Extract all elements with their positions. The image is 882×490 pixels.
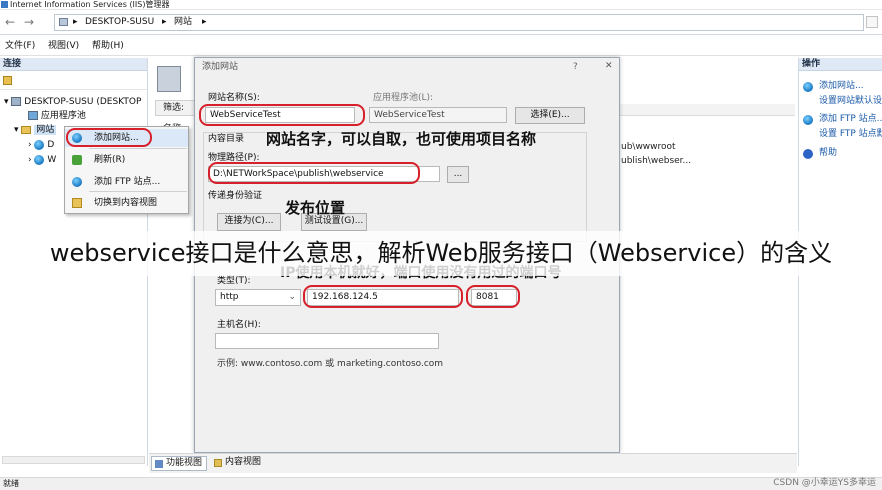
example-text: 示例: www.contoso.com 或 marketing.contoso.… xyxy=(217,359,444,369)
column-header-bar xyxy=(619,104,795,116)
menu-help[interactable]: 帮助(H) xyxy=(92,40,124,52)
site-1-path: ub\wwwroot xyxy=(621,142,676,152)
pass-auth-label: 传递身份验证 xyxy=(208,191,263,201)
menu-view[interactable]: 视图(V) xyxy=(48,40,79,52)
host-name-label: 主机名(H): xyxy=(217,320,261,330)
annotation-publish-location: 发布位置 xyxy=(285,199,346,217)
close-button[interactable]: ✕ xyxy=(605,61,613,72)
window-title: Internet Information Services (IIS)管理器 xyxy=(10,0,170,9)
tab-features-view[interactable]: 功能视图 xyxy=(151,456,207,471)
filter-label: 筛选: xyxy=(163,103,185,113)
type-select[interactable]: http ⌄ xyxy=(215,289,301,306)
browse-button[interactable]: ... xyxy=(447,166,469,183)
status-text: 就绪 xyxy=(3,479,19,488)
actions-header: 操作 xyxy=(799,58,882,71)
type-label: 类型(T): xyxy=(217,276,251,286)
menu-file[interactable]: 文件(F) xyxy=(5,40,35,52)
tree-app-pools[interactable]: 应用程序池 xyxy=(28,110,86,122)
globe-icon xyxy=(34,139,45,150)
menu-switch-content-view[interactable]: 切换到内容视图 xyxy=(65,194,188,212)
site-2-path: ublish\webser... xyxy=(621,156,692,166)
caption-text: webservice接口是什么意思，解析Web服务接口（Webservice）的… xyxy=(49,239,833,267)
breadcrumb[interactable]: ▸ DESKTOP-SUSU ▸ 网站 ▸ xyxy=(54,14,864,31)
status-bar: 就绪 CSDN @小幸运YS多幸运 xyxy=(0,477,882,490)
action-set-site-defaults[interactable]: 设置网站默认设 xyxy=(819,96,882,107)
forward-arrow-icon[interactable]: → xyxy=(22,15,36,29)
ftp-globe-icon xyxy=(803,115,813,125)
help-icon xyxy=(803,149,813,159)
start-page-icon[interactable] xyxy=(3,76,12,85)
globe-icon xyxy=(34,154,45,165)
connect-as-button[interactable]: 连接为(C)... xyxy=(217,213,281,231)
help-button[interactable]: ? xyxy=(573,62,578,73)
breadcrumb-sites[interactable]: 网站 xyxy=(174,15,192,30)
features-view-icon xyxy=(155,460,163,468)
tree-server[interactable]: ▾ DESKTOP-SUSU (DESKTOP xyxy=(4,96,141,108)
content-view-icon xyxy=(214,459,222,467)
sites-page-icon xyxy=(157,66,181,92)
app-pool-icon xyxy=(28,111,38,120)
back-arrow-icon[interactable]: ← xyxy=(3,15,17,29)
menu-add-ftp-site[interactable]: 添加 FTP 站点... xyxy=(65,173,188,191)
ftp-globe-icon xyxy=(72,177,82,187)
annotation-circle-add-website xyxy=(66,128,152,147)
action-add-website[interactable]: 添加网站... xyxy=(819,81,864,92)
action-set-ftp-defaults[interactable]: 设置 FTP 站点默 xyxy=(819,129,882,140)
tree-site-1[interactable]: › D xyxy=(28,139,54,151)
tree-site-2[interactable]: › W xyxy=(28,154,56,166)
tab-content-view[interactable]: 内容视图 xyxy=(211,456,271,471)
menu-refresh[interactable]: 刷新(R) xyxy=(65,151,188,169)
content-view-icon xyxy=(72,198,82,208)
host-name-input[interactable] xyxy=(215,333,439,349)
breadcrumb-server[interactable]: DESKTOP-SUSU xyxy=(85,15,154,30)
horizontal-scrollbar[interactable] xyxy=(2,456,145,464)
menu-separator xyxy=(89,148,187,149)
sites-folder-icon xyxy=(21,125,32,134)
annotation-circle-physical-path xyxy=(208,162,420,184)
connections-toolbar xyxy=(0,72,147,90)
watermark: CSDN @小幸运YS多幸运 xyxy=(773,478,876,488)
dialog-title: 添加网站 xyxy=(202,62,239,72)
app-pool-field: WebServiceTest xyxy=(369,107,507,123)
annotation-circle-ip xyxy=(303,285,463,308)
chevron-down-icon: ⌄ xyxy=(288,292,296,302)
app-pool-label: 应用程序池(L): xyxy=(373,93,434,103)
select-app-pool-button[interactable]: 选择(E)... xyxy=(515,107,585,124)
server-icon xyxy=(11,97,22,106)
address-bar: ← → ▸ DESKTOP-SUSU ▸ 网站 ▸ xyxy=(0,10,882,35)
computer-icon xyxy=(59,18,68,26)
refresh-icon xyxy=(72,155,82,165)
content-dir-label: 内容目录 xyxy=(208,134,245,144)
annotation-site-name: 网站名字，可以自取，也可使用项目名称 xyxy=(266,130,537,148)
menu-bar: 文件(F) 视图(V) 帮助(H) xyxy=(0,36,882,56)
action-help[interactable]: 帮助 xyxy=(819,148,837,159)
annotation-circle-port xyxy=(466,285,520,308)
site-name-label: 网站名称(S): xyxy=(208,93,260,103)
window-title-bar: Internet Information Services (IIS)管理器 xyxy=(0,0,882,10)
view-tabs: 功能视图 内容视图 xyxy=(149,453,797,473)
scroll-up-button[interactable] xyxy=(866,16,878,28)
action-add-ftp-site[interactable]: 添加 FTP 站点... xyxy=(819,114,882,125)
globe-icon xyxy=(803,82,813,92)
tree-sites[interactable]: ▾ 网站 xyxy=(14,124,57,136)
iis-app-icon xyxy=(1,1,8,8)
connections-header: 连接 xyxy=(0,58,147,71)
annotation-circle-site-name xyxy=(199,104,365,126)
menu-separator xyxy=(89,191,187,192)
